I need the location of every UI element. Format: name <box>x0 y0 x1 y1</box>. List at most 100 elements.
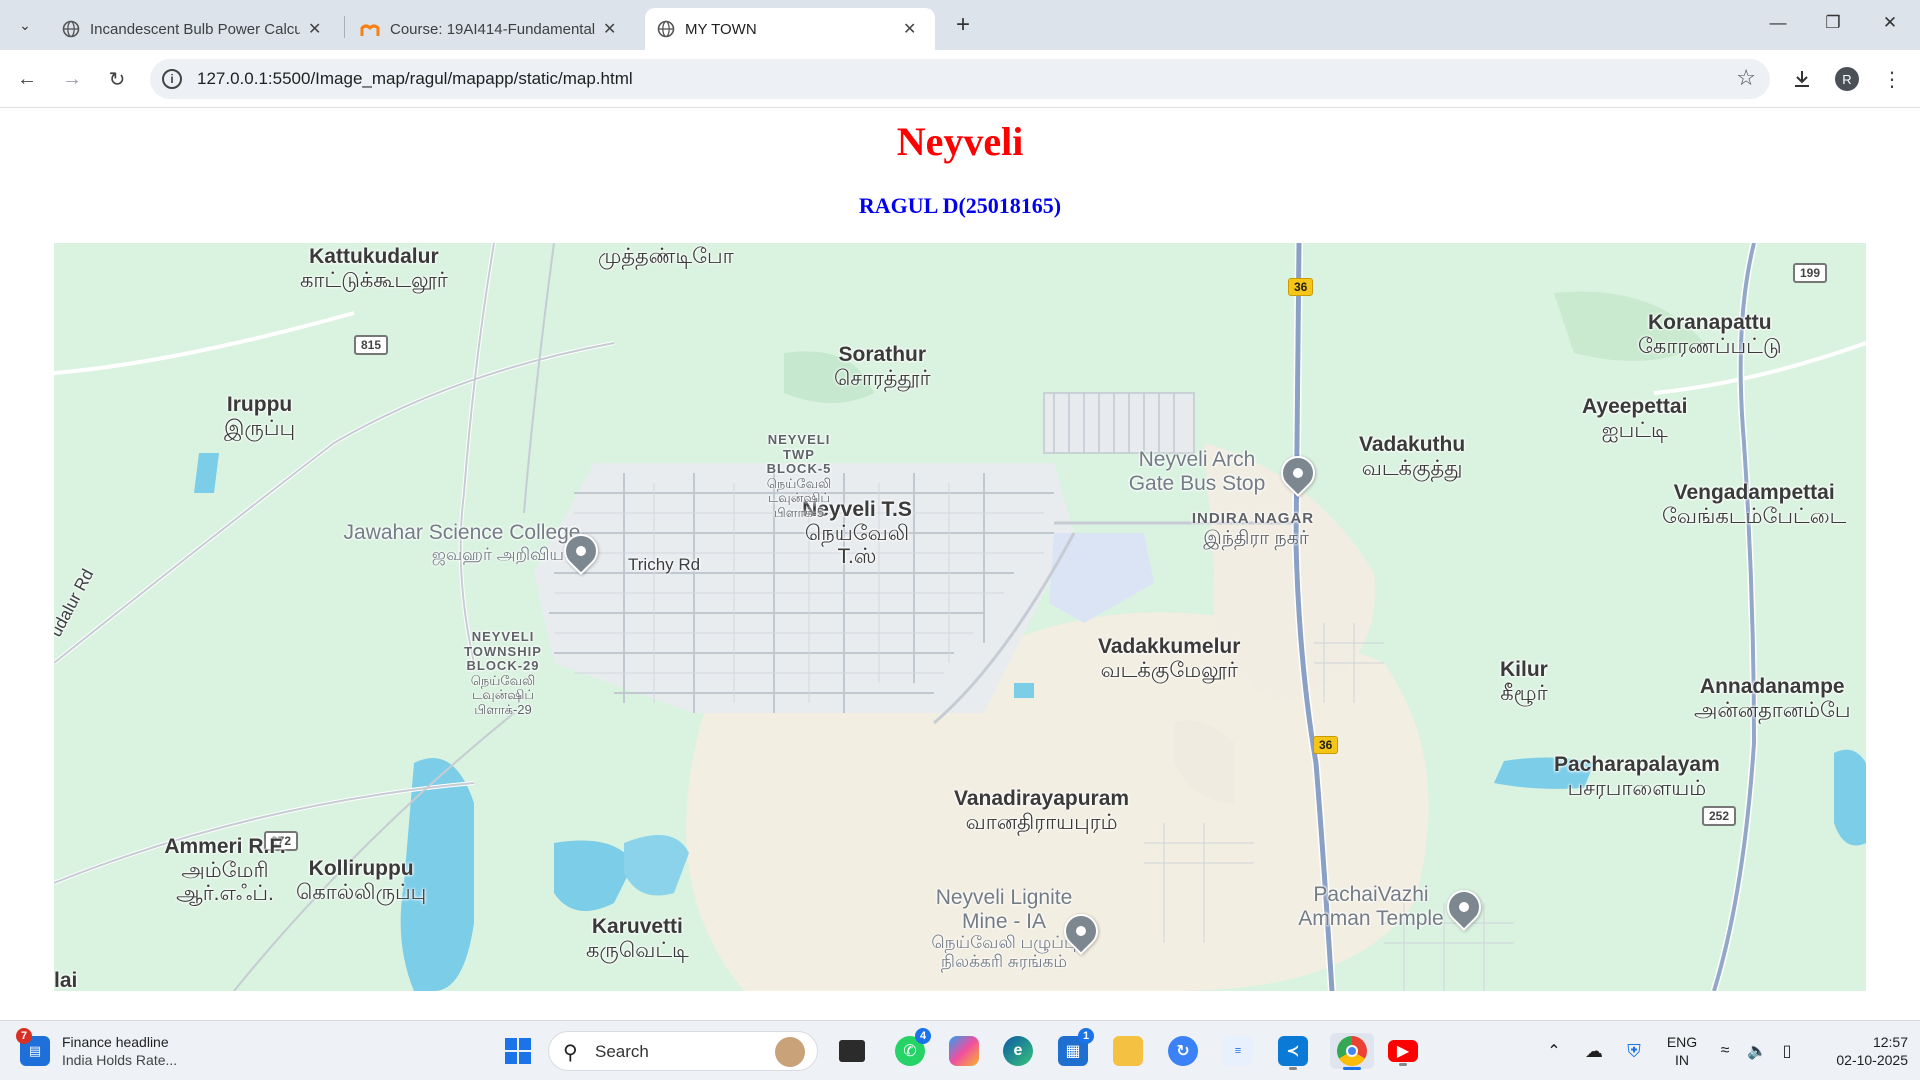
map-label-koranapattu: Koranapattu கோரணப்பட்டு <box>1638 311 1782 358</box>
whatsapp-icon: ✆ 4 <box>895 1028 931 1066</box>
copilot-button[interactable] <box>946 1033 982 1069</box>
new-tab-button[interactable]: + <box>948 10 978 40</box>
area-name-tamil: நெய்வேலி டவுன்ஷிப் பிளாக்-29 <box>470 672 536 717</box>
windows-icon <box>505 1038 531 1064</box>
place-name-tamil: ஐபட்டி <box>1601 418 1668 442</box>
task-view-button[interactable] <box>834 1033 870 1069</box>
menu-button[interactable]: ⋮ <box>1875 62 1909 96</box>
place-name: Pacharapalayam <box>1554 753 1720 776</box>
map-label-kilur: Kilur கீழூர் <box>1500 658 1548 705</box>
tab-separator <box>344 16 345 38</box>
highway-shield: 36 <box>1288 278 1314 296</box>
download-button[interactable] <box>1785 62 1819 96</box>
map-label-indira-nagar: INDIRA NAGAR இந்திரா நகர் <box>1190 510 1316 549</box>
page-content: Neyveli RAGUL D(25018165) 36 36 815 199 … <box>0 108 1920 1020</box>
clock[interactable]: 12:57 02-10-2025 <box>1812 1033 1908 1069</box>
start-button[interactable] <box>500 1033 536 1069</box>
star-icon[interactable]: ☆ <box>1736 65 1756 91</box>
map-label-vanadirayapuram: Vanadirayapuram வானதிராயபுரம் <box>954 787 1129 834</box>
language-indicator[interactable]: ENG IN <box>1664 1033 1700 1069</box>
reload-button[interactable]: ↻ <box>100 62 134 96</box>
place-name-tamil: பசரபாளையம் <box>1567 776 1707 800</box>
avatar: R <box>1835 67 1859 91</box>
news-widget[interactable]: ▤ 7 Finance headline India Holds Rate... <box>16 1028 200 1069</box>
close-icon[interactable]: ✕ <box>603 19 616 39</box>
youtube-button[interactable]: ▶ <box>1385 1033 1421 1069</box>
map-label-edge: lai <box>54 969 78 991</box>
map-label-vengadampettai: Vengadampettai வேங்கடம்பேட்டை <box>1662 481 1846 528</box>
tab-strip: ⌄ Incandescent Bulb Power Calcul ✕ Cours… <box>0 0 1920 50</box>
info-icon[interactable]: i <box>162 69 182 89</box>
whatsapp-button[interactable]: ✆ 4 <box>892 1028 931 1069</box>
widget-text: India Holds Rate... <box>62 1052 178 1068</box>
page-subtitle: RAGUL D(25018165) <box>858 193 1062 218</box>
place-name: Vengadampettai <box>1673 481 1835 504</box>
onedrive-button[interactable]: ☁ <box>1580 1033 1608 1069</box>
wifi-button[interactable]: ≈ <box>1712 1033 1738 1069</box>
folder-icon <box>1113 1036 1143 1066</box>
place-name-tamil: முத்தண்டிபோ <box>598 245 734 268</box>
edge-button[interactable]: e <box>1000 1033 1036 1069</box>
file-explorer-button[interactable] <box>1110 1033 1146 1069</box>
road-label-trichy-rd: Trichy Rd <box>628 555 701 574</box>
vscode-button[interactable]: ≺ <box>1275 1033 1311 1070</box>
address-bar[interactable]: i 127.0.0.1:5500/Image_map/ragul/mapapp/… <box>150 59 1770 99</box>
place-name: INDIRA NAGAR <box>1191 510 1315 527</box>
place-name-tamil: காட்டுக்கூடலூர் <box>300 268 448 292</box>
chevron-up-icon: ⌃ <box>1547 1043 1561 1060</box>
place-name-tamil: அன்னதானம்பே <box>1694 698 1851 722</box>
minimize-button[interactable]: — <box>1758 8 1798 38</box>
tab-course[interactable]: Course: 19AI414-Fundamentals ✕ <box>348 8 638 50</box>
poi-name: Jawahar Science College <box>343 521 581 544</box>
search-highlight-image <box>775 1037 805 1067</box>
sync-app-button[interactable]: ↻ <box>1165 1033 1201 1069</box>
close-icon: ✕ <box>1882 13 1898 32</box>
more-vertical-icon: ⋮ <box>1882 68 1902 91</box>
close-icon[interactable]: ✕ <box>308 19 321 39</box>
back-button[interactable]: ← <box>10 62 44 96</box>
show-hidden-icons-button[interactable]: ⌃ <box>1542 1033 1566 1069</box>
close-window-button[interactable]: ✕ <box>1870 8 1910 38</box>
running-indicator <box>1343 1067 1361 1070</box>
tab-my-town[interactable]: MY TOWN ✕ <box>645 8 935 50</box>
highway-shield: 815 <box>354 335 389 355</box>
place-name-tamil: சொரத்தூர் <box>834 366 931 390</box>
town-map-image[interactable]: 36 36 815 199 272 252 Kattukudalur காட்ட… <box>54 243 1866 991</box>
browser-toolbar: ← → ↻ i 127.0.0.1:5500/Image_map/ragul/m… <box>0 50 1920 108</box>
map-label-jawahar-college: Jawahar Science College ஜவஹர் அறிவியல்..… <box>322 521 602 564</box>
tab-search-button[interactable]: ⌄ <box>10 10 40 40</box>
store-button[interactable]: ▦ 1 <box>1055 1028 1094 1069</box>
area-name: NEYVELI TOWNSHIP BLOCK-29 <box>464 629 542 674</box>
region-code: IN <box>1675 1052 1689 1069</box>
battery-button[interactable]: ▯ <box>1774 1033 1800 1069</box>
edge-icon: e <box>1003 1036 1033 1066</box>
notification-badge: 4 <box>915 1028 931 1044</box>
place-name-tamil: வேங்கடம்பேட்டை <box>1662 504 1847 528</box>
highway-shield: 252 <box>1702 806 1737 826</box>
close-icon[interactable]: ✕ <box>903 19 916 39</box>
app-button[interactable]: ≡ <box>1220 1033 1256 1069</box>
volume-button[interactable]: 🔈 <box>1744 1033 1770 1069</box>
restore-button[interactable]: ❐ <box>1813 8 1853 38</box>
highway-shield: 199 <box>1793 263 1828 283</box>
taskbar-search[interactable]: ⚲ Search <box>548 1031 818 1071</box>
place-name: Kattukudalur <box>309 245 439 268</box>
place-name: Sorathur <box>838 343 927 366</box>
map-label-kolliruppu: Kolliruppu கொல்லிருப்பு <box>296 857 426 904</box>
place-name-tamil: அம்மேரி ஆர்.எஃப். <box>176 858 274 906</box>
store-icon: ▦ 1 <box>1058 1028 1094 1066</box>
forward-button[interactable]: → <box>55 62 89 96</box>
cmd-icon: ≡ <box>1223 1036 1253 1066</box>
chrome-button[interactable] <box>1330 1033 1374 1070</box>
tab-bulb-calculator[interactable]: Incandescent Bulb Power Calcul ✕ <box>50 8 340 50</box>
place-name-tamil: வடக்குமேலூர் <box>1100 658 1238 682</box>
place-name-tamil: கொல்லிருப்பு <box>296 880 427 904</box>
finance-icon: ▤ 7 <box>16 1028 50 1066</box>
profile-button[interactable]: R <box>1830 62 1864 96</box>
place-name: Vanadirayapuram <box>954 787 1130 810</box>
moodle-icon <box>360 24 380 36</box>
map-label-annadanampe: Annadanampe அன்னதானம்பே <box>1694 675 1851 722</box>
place-name-tamil: கருவெட்டி <box>586 938 689 962</box>
security-button[interactable]: ⛨ <box>1620 1033 1648 1069</box>
place-name: Vadakkumelur <box>1098 635 1241 658</box>
